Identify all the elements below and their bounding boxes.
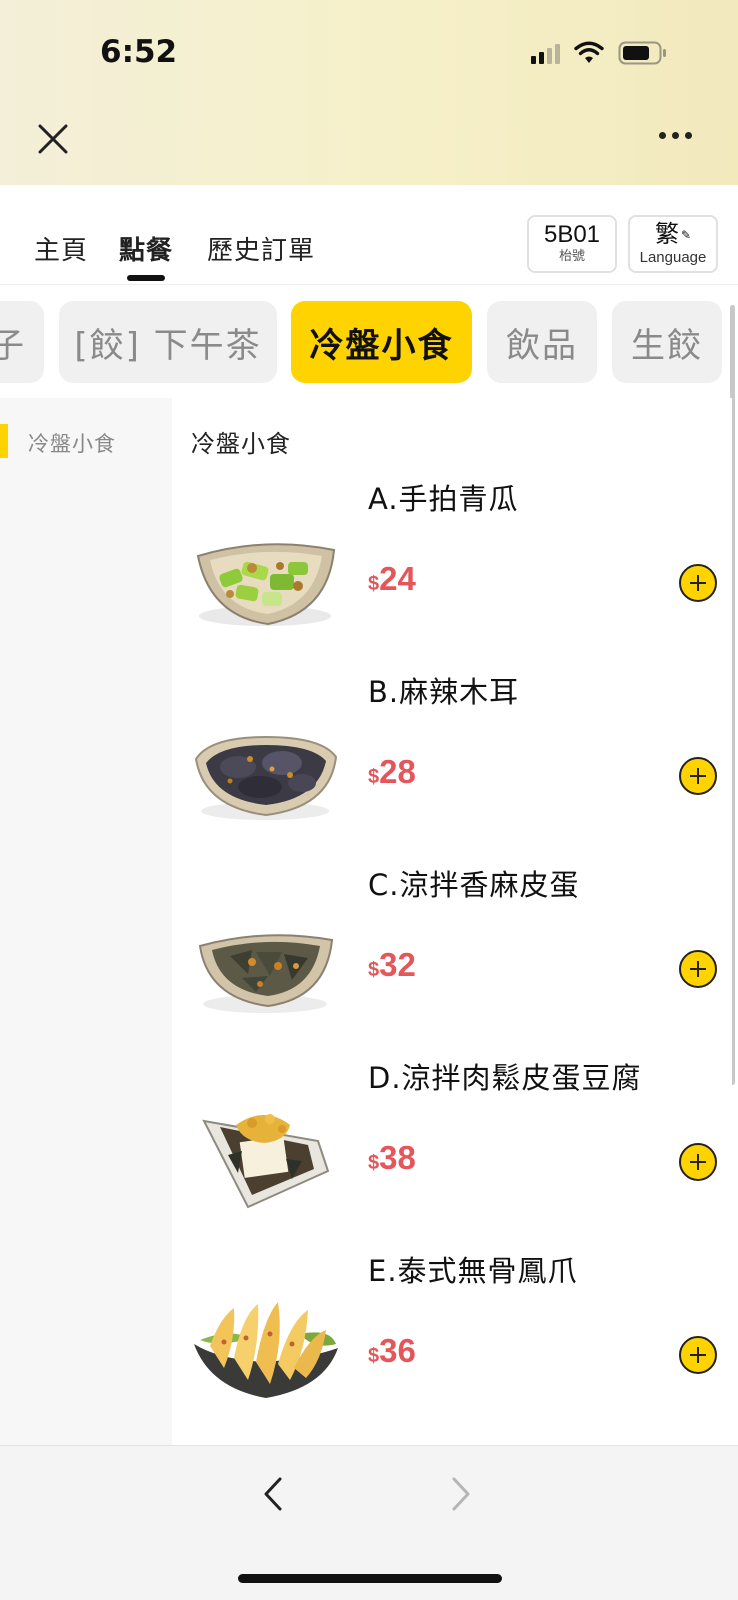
sidebar-item-label: 冷盤小食 — [28, 432, 116, 456]
item-name: B.麻辣木耳 — [368, 675, 520, 709]
close-icon[interactable] — [36, 122, 70, 156]
menu-item[interactable]: D.涼拌肉鬆皮蛋豆腐 $38 — [172, 1055, 732, 1251]
item-price: $24 — [368, 560, 416, 597]
item-name: D.涼拌肉鬆皮蛋豆腐 — [368, 1061, 642, 1095]
table-number-badge: 5B01 枱號 — [527, 215, 617, 273]
menu-item[interactable]: E.泰式無骨鳳爪 $36 — [172, 1248, 732, 1444]
category-tabs: 子 [餃] 下午茶 冷盤小食 飲品 生餃 — [0, 286, 738, 396]
section-title: 冷盤小食 — [191, 430, 291, 458]
add-to-cart-button[interactable] — [679, 1143, 717, 1181]
dish-photo-wood-ear — [194, 735, 338, 820]
wifi-icon — [574, 41, 604, 65]
item-price: $28 — [368, 753, 416, 790]
app-header: 6:52 — [0, 0, 738, 185]
category-pill[interactable]: 飲品 — [487, 301, 597, 383]
item-price: $38 — [368, 1139, 416, 1176]
table-number-label: 枱號 — [558, 249, 585, 264]
add-to-cart-button[interactable] — [679, 1336, 717, 1374]
back-arrow-icon[interactable] — [262, 1476, 284, 1516]
main-nav: 主頁 點餐 歷史訂單 5B01 枱號 繁 ✎ Language — [0, 185, 738, 285]
language-label: Language — [639, 249, 707, 266]
more-options-icon[interactable] — [659, 132, 692, 139]
sidebar-active-marker — [0, 424, 8, 458]
tab-order-history[interactable]: 歷史訂單 — [207, 230, 315, 267]
browser-toolbar — [0, 1445, 738, 1600]
menu-item[interactable]: C.涼拌香麻皮蛋 $32 — [172, 862, 732, 1058]
sidebar: 冷盤小食 — [0, 398, 172, 1445]
add-to-cart-button[interactable] — [679, 757, 717, 795]
menu-item[interactable]: B.麻辣木耳 $28 — [172, 669, 732, 865]
item-name: A.手拍青瓜 — [368, 482, 519, 516]
active-tab-indicator — [127, 275, 165, 281]
status-icons — [531, 40, 668, 66]
dish-photo-tofu — [202, 1114, 330, 1209]
menu-item[interactable]: A.手拍青瓜 $24 — [172, 476, 732, 672]
dish-photo-cucumber — [196, 543, 336, 626]
table-number: 5B01 — [543, 221, 601, 248]
battery-icon — [618, 40, 668, 66]
add-to-cart-button[interactable] — [679, 950, 717, 988]
home-indicator[interactable] — [238, 1574, 502, 1583]
forward-arrow-icon[interactable] — [450, 1476, 472, 1516]
status-time: 6:52 — [100, 34, 178, 70]
category-pill[interactable]: [餃] 下午茶 — [59, 301, 277, 383]
dish-photo-century-egg — [198, 934, 334, 1013]
language-button[interactable]: 繁 ✎ Language — [628, 215, 718, 273]
tab-home[interactable]: 主頁 — [34, 230, 88, 267]
sidebar-item-cold-dishes[interactable]: 冷盤小食 — [0, 424, 172, 460]
item-name: E.泰式無骨鳳爪 — [368, 1254, 578, 1288]
item-name: C.涼拌香麻皮蛋 — [368, 868, 580, 902]
tab-order[interactable]: 點餐 — [119, 230, 173, 267]
language-char: 繁 — [654, 220, 679, 248]
add-to-cart-button[interactable] — [679, 564, 717, 602]
dish-photo-chicken-feet — [194, 1302, 338, 1398]
category-pill[interactable]: 子 — [0, 301, 44, 383]
menu-list: 冷盤小食 A.手拍青瓜 $24 B.麻辣木耳 $28 C.涼拌香麻皮蛋 $32 … — [172, 398, 732, 1445]
category-pill[interactable]: 生餃 — [612, 301, 722, 383]
signal-icon — [531, 42, 560, 64]
item-price: $32 — [368, 946, 416, 983]
item-price: $36 — [368, 1332, 416, 1369]
category-pill-active[interactable]: 冷盤小食 — [291, 301, 472, 383]
pencil-icon: ✎ — [680, 228, 692, 242]
